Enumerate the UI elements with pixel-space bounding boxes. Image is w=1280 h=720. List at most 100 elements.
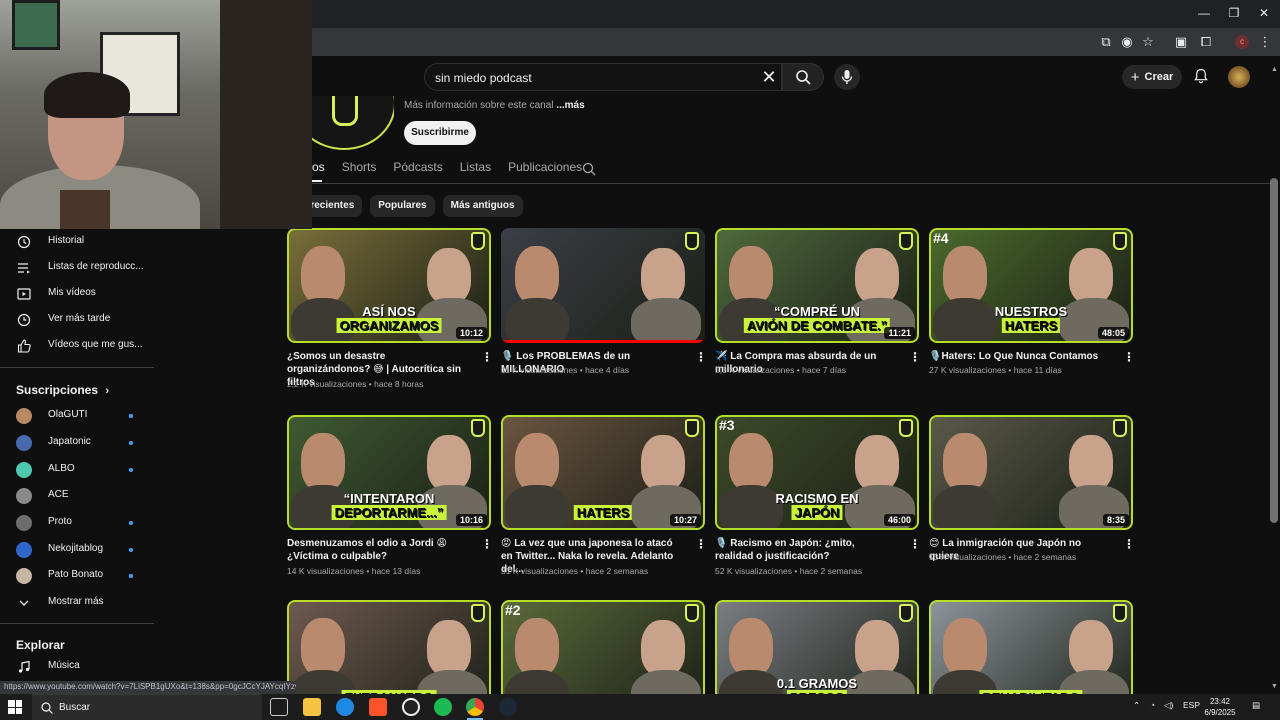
- video-views: 2,2 K visualizaciones: [287, 379, 367, 389]
- podcast-mic-icon: [471, 604, 485, 622]
- video-options-icon[interactable]: ⋮: [909, 537, 921, 551]
- edge-browser-icon[interactable]: [336, 698, 354, 716]
- thumbnail-caption: 0.1 GRAMOSPRESOS: [777, 677, 857, 694]
- language-indicator[interactable]: ESP: [1183, 700, 1200, 710]
- video-meta: 13 K visualizaciones • hace 2 semanas: [929, 552, 1077, 562]
- video-views: 13 K visualizaciones: [929, 552, 1007, 562]
- video-duration: 8:35: [1102, 514, 1129, 526]
- podcast-mic-icon: [471, 419, 485, 437]
- video-duration: 10:27: [669, 514, 701, 526]
- caption-line-1: NUESTROS: [994, 304, 1068, 319]
- podcast-mic-icon: [899, 232, 913, 250]
- thumbnail-caption: “COMPRÉ UN AVIÓN DE COMBATE.”: [743, 305, 891, 333]
- thumbnail-caption: NUESTROS HATERS: [995, 305, 1067, 333]
- video-thumbnail[interactable]: #2: [501, 600, 705, 694]
- video-thumbnail[interactable]: REHABILITADO: [929, 600, 1133, 694]
- video-duration: 10:12: [455, 327, 487, 339]
- video-duration: 46:00: [883, 514, 915, 526]
- spotify-icon[interactable]: [434, 698, 452, 716]
- video-options-icon[interactable]: ⋮: [695, 537, 707, 551]
- video-age: hace 7 días: [802, 365, 847, 375]
- podcast-mic-icon: [1113, 419, 1127, 437]
- video-views: 5,3 K visualizaciones: [715, 365, 795, 375]
- file-explorer-icon[interactable]: [303, 698, 321, 716]
- video-thumbnail[interactable]: 0.1 GRAMOSPRESOS: [715, 600, 919, 694]
- thumbnail-shirt: [631, 298, 701, 343]
- video-age: hace 2 semanas: [585, 566, 649, 576]
- video-title[interactable]: Desmenuzamos el odio a Jordi 😩 ¿Víctima …: [287, 537, 467, 563]
- caption-line-2: JAPÓN: [791, 505, 843, 520]
- video-thumbnail[interactable]: 8:35: [929, 415, 1133, 530]
- video-meta: 52 K visualizaciones • hace 2 semanas: [715, 566, 863, 576]
- taskbar-search[interactable]: Buscar: [32, 694, 262, 720]
- brave-browser-icon[interactable]: [369, 698, 387, 716]
- podcast-mic-icon: [685, 419, 699, 437]
- thumbnail-caption: “INTENTARON DEPORTARME...”: [331, 492, 447, 520]
- video-options-icon[interactable]: ⋮: [1123, 537, 1135, 551]
- thumbnail-caption: RACISMO EN JAPÓN: [775, 491, 859, 520]
- windows-start-icon[interactable]: [8, 700, 22, 714]
- taskbar-clock[interactable]: 23:42 6/9/2025: [1200, 696, 1240, 718]
- video-views: 52 K visualizaciones: [715, 566, 793, 576]
- video-options-icon[interactable]: ⋮: [695, 350, 707, 364]
- video-thumbnail[interactable]: #4 NUESTROS HATERS 48:05: [929, 228, 1133, 343]
- person-shirt: [60, 190, 110, 229]
- video-age: hace 2 semanas: [799, 566, 863, 576]
- video-age: hace 4 días: [585, 365, 630, 375]
- podcast-mic-icon: [685, 232, 699, 250]
- video-age: hace 2 semanas: [1013, 552, 1077, 562]
- video-options-icon[interactable]: ⋮: [909, 350, 921, 364]
- video-meta: 14 K visualizaciones • hace 13 días: [287, 566, 421, 576]
- podcast-mic-icon: [1113, 604, 1127, 622]
- video-thumbnail[interactable]: EXTRANJERO: [287, 600, 491, 694]
- notifications-icon[interactable]: ▤: [1252, 700, 1260, 711]
- task-view-icon[interactable]: [270, 698, 288, 716]
- caption-line-2: AVIÓN DE COMBATE.”: [743, 318, 891, 333]
- thumbnail-rank: #2: [505, 602, 521, 618]
- tray-overflow-icon[interactable]: ⌃: [1133, 700, 1140, 711]
- link-status-bar: https://www.youtube.com/watch?v=7LiSPB1g…: [0, 681, 296, 694]
- video-thumbnail[interactable]: ASÍ NOS ORGANIZAMOS 10:12: [287, 228, 491, 343]
- caption-line-2: HATERS: [573, 505, 633, 520]
- thumbnail-rank: #4: [933, 230, 949, 246]
- video-thumbnail[interactable]: #3 RACISMO EN JAPÓN 46:00: [715, 415, 919, 530]
- video-options-icon[interactable]: ⋮: [481, 350, 493, 364]
- video-options-icon[interactable]: ⋮: [481, 537, 493, 551]
- video-meta: 5,3 K visualizaciones • hace 7 días: [715, 365, 847, 375]
- scroll-down-arrow-icon[interactable]: ▼: [1271, 683, 1278, 690]
- wall-poster: [12, 0, 60, 50]
- podcast-mic-icon: [899, 604, 913, 622]
- steam-icon[interactable]: [499, 698, 517, 716]
- video-views: 27 K visualizaciones: [929, 365, 1007, 375]
- scroll-up-arrow-icon[interactable]: ▲: [1271, 66, 1278, 73]
- volume-icon[interactable]: ◁): [1164, 700, 1173, 711]
- video-title[interactable]: 🎙️Haters: Lo Que Nunca Contamos: [929, 350, 1109, 363]
- video-thumbnail[interactable]: “INTENTARON DEPORTARME...” 10:16: [287, 415, 491, 530]
- video-thumbnail[interactable]: [501, 228, 705, 343]
- thumbnail-caption: ASÍ NOS ORGANIZAMOS: [336, 305, 442, 333]
- network-icon[interactable]: ◔: [1150, 700, 1155, 710]
- obs-icon[interactable]: [402, 698, 420, 716]
- chrome-icon[interactable]: [466, 698, 484, 716]
- video-meta: 31 K visualizaciones • hace 2 semanas: [501, 566, 649, 576]
- video-age: hace 8 horas: [374, 379, 424, 389]
- webcam-overlay: [0, 0, 312, 229]
- video-title[interactable]: 🎙️ Racismo en Japón: ¿mito, realidad o j…: [715, 537, 895, 563]
- thumbnail-rank: #3: [719, 417, 735, 433]
- caption-line-2: ORGANIZAMOS: [336, 318, 442, 333]
- clock-time: 23:42: [1209, 697, 1231, 706]
- video-views: 31 K visualizaciones: [501, 566, 579, 576]
- clock-date: 6/9/2025: [1204, 708, 1236, 717]
- thumbnail-caption: HATERS: [573, 505, 633, 520]
- thumbnail-shirt: [505, 298, 569, 343]
- video-meta: 11 K visualizaciones • hace 4 días: [501, 365, 630, 375]
- thumbnail-frame: [929, 415, 1133, 530]
- caption-line-1: RACISMO EN: [775, 491, 859, 506]
- person-hair: [44, 72, 130, 118]
- page-scrollbar[interactable]: [1270, 178, 1278, 523]
- video-options-icon[interactable]: ⋮: [1123, 350, 1135, 364]
- podcast-mic-icon: [471, 232, 485, 250]
- video-thumbnail[interactable]: “COMPRÉ UN AVIÓN DE COMBATE.” 11:21: [715, 228, 919, 343]
- video-thumbnail[interactable]: HATERS 10:27: [501, 415, 705, 530]
- thumbnail-frame: [929, 600, 1133, 694]
